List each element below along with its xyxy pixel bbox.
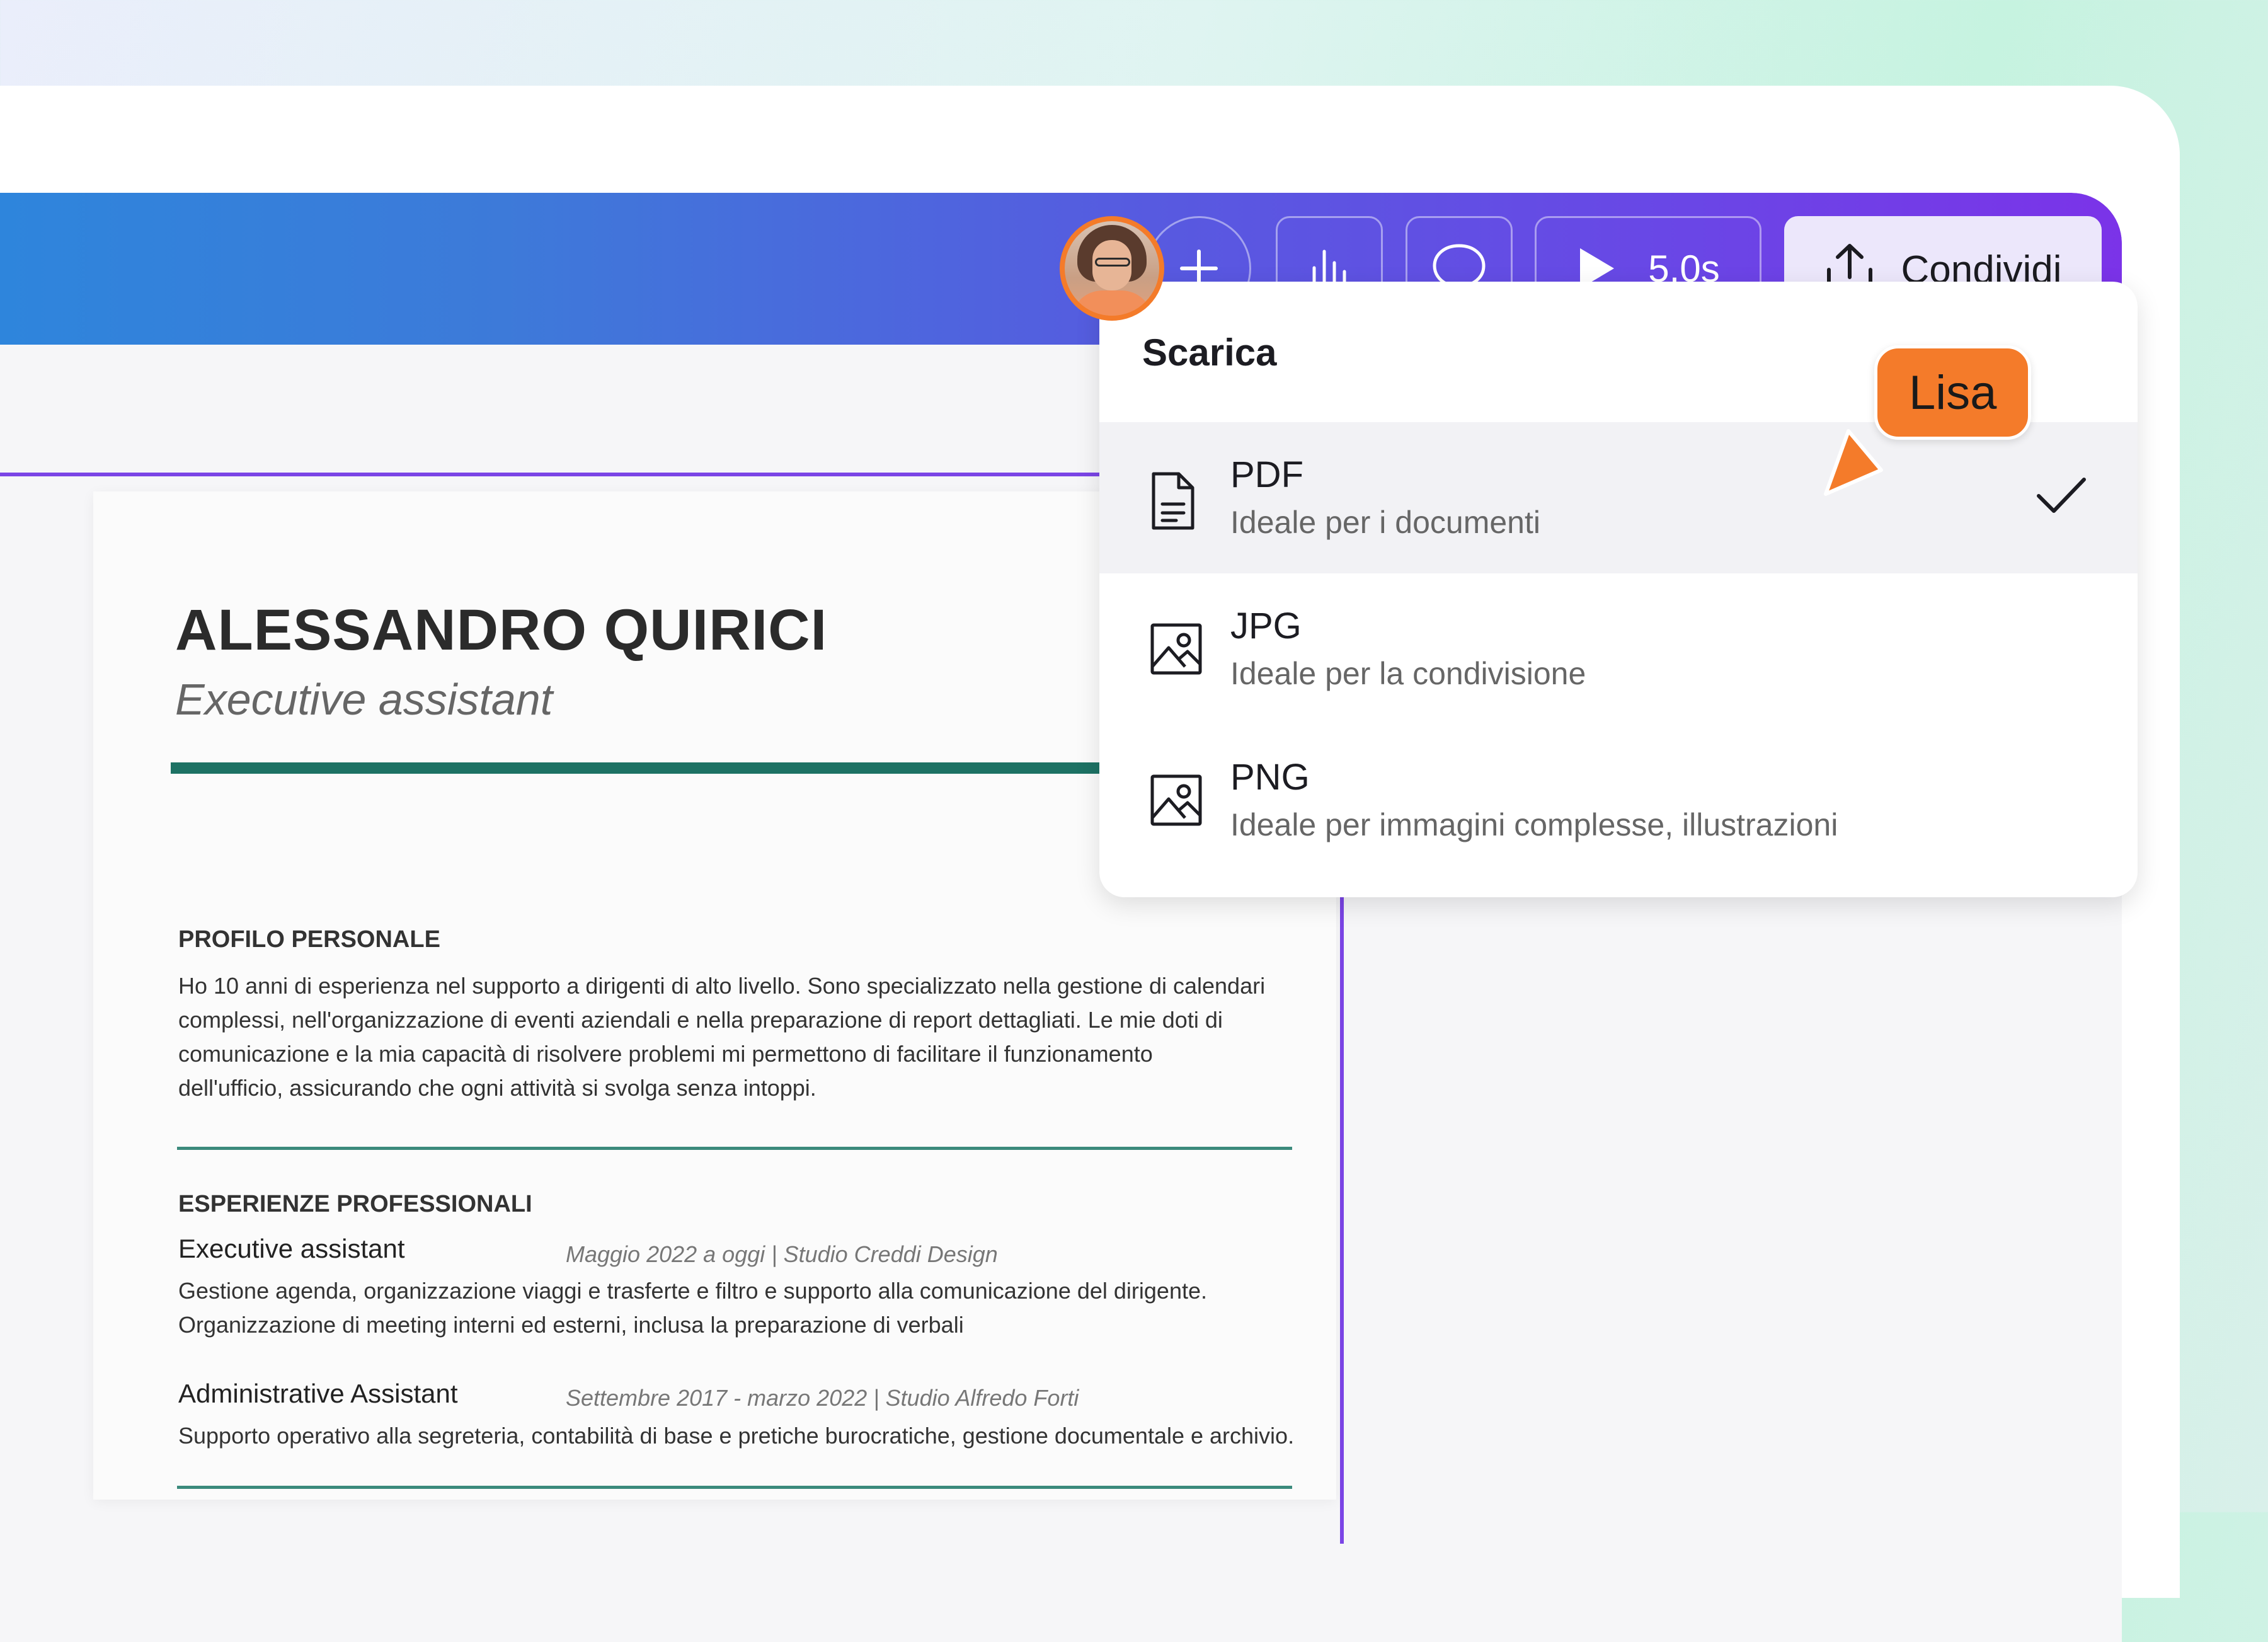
option-description: Ideale per immagini complesse, illustraz… (1230, 807, 1838, 842)
option-description: Ideale per i documenti (1230, 505, 1540, 540)
job-line: Organizzazione di meeting interni ed est… (178, 1312, 964, 1338)
collaborator-cursor-icon (1824, 429, 1883, 496)
job-title: Administrative Assistant (178, 1379, 458, 1408)
option-name: PNG (1230, 757, 1310, 798)
profile-line: Ho 10 anni di esperienza nel supporto a … (178, 973, 1266, 999)
option-description: Ideale per la condivisione (1230, 656, 1586, 691)
resume-role: Executive assistant (175, 675, 553, 724)
download-option-pdf[interactable]: PDF Ideale per i documenti (1099, 422, 2138, 573)
section-divider (177, 1486, 1292, 1489)
profile-line: dell'ufficio, assicurando che ogni attiv… (178, 1075, 816, 1101)
resume-name: ALESSANDRO QUIRICI (175, 598, 828, 662)
job-meta: Settembre 2017 - marzo 2022 | Studio Alf… (566, 1385, 1079, 1411)
document-icon (1152, 472, 1194, 530)
profile-line: comunicazione e la mia capacità di risol… (178, 1041, 1153, 1067)
selection-guide-vertical (1340, 788, 1344, 1544)
collaborator-name-tag: Lisa (1874, 345, 2032, 440)
collaborator-avatar[interactable] (1060, 216, 1164, 321)
option-name: PDF (1230, 454, 1303, 495)
section-divider (177, 1147, 1292, 1150)
job-line: Gestione agenda, organizzazione viaggi e… (178, 1278, 1207, 1304)
profile-paragraph: Ho 10 anni di esperienza nel supporto a … (178, 969, 1300, 1105)
download-option-jpg[interactable]: JPG Ideale per la condivisione (1099, 573, 2138, 725)
selection-guide-horizontal (0, 473, 1134, 476)
avatar-photo (1065, 221, 1159, 316)
job-description: Gestione agenda, organizzazione viaggi e… (178, 1274, 1300, 1342)
profile-section-title: PROFILO PERSONALE (178, 926, 440, 953)
job-title: Executive assistant (178, 1234, 405, 1263)
job-meta: Maggio 2022 a oggi | Studio Creddi Desig… (566, 1241, 998, 1267)
profile-line: complessi, nell'organizzazione di eventi… (178, 1007, 1223, 1033)
checkmark-icon (2037, 478, 2086, 513)
download-option-png[interactable]: PNG Ideale per immagini complesse, illus… (1099, 725, 2138, 876)
download-menu-title: Scarica (1142, 331, 1277, 374)
job-line: Supporto operativo alla segreteria, cont… (178, 1423, 1295, 1449)
option-name: JPG (1230, 606, 1302, 646)
image-icon (1150, 774, 1202, 826)
resume-accent-bar (171, 762, 1254, 774)
job-description: Supporto operativo alla segreteria, cont… (178, 1419, 1300, 1453)
image-icon (1150, 623, 1202, 675)
experience-section-title: ESPERIENZE PROFESSIONALI (178, 1191, 532, 1217)
